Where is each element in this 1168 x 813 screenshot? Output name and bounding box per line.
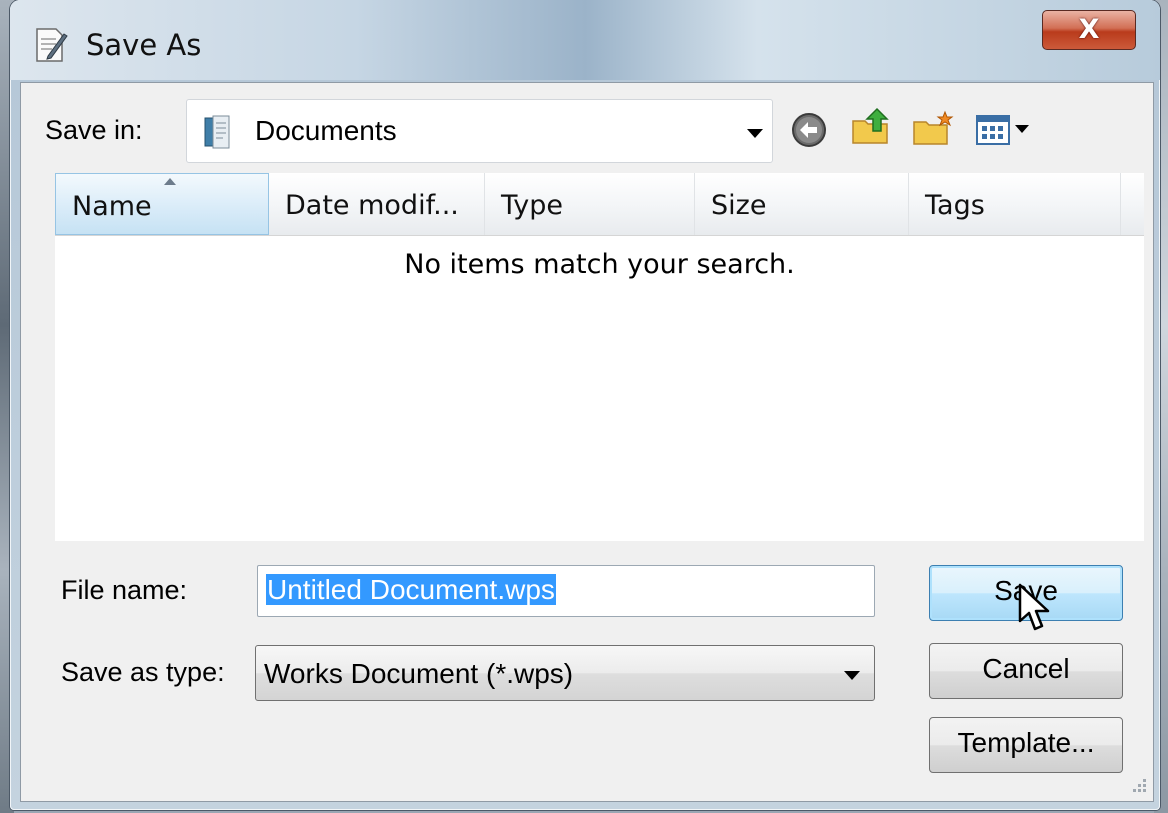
empty-list-message: No items match your search. <box>404 249 795 280</box>
file-list[interactable]: Name Date modif... Type Size Tags No ite… <box>55 173 1144 541</box>
dialog-body: Save in: Documents Name Date modif... Ty… <box>20 82 1154 802</box>
file-name-input[interactable]: Untitled Document.wps <box>257 565 875 617</box>
save-in-value: Documents <box>255 115 397 146</box>
views-menu-icon[interactable] <box>973 108 1041 152</box>
new-folder-icon[interactable] <box>911 108 955 152</box>
document-edit-icon <box>36 28 68 62</box>
save-as-dialog: Save As X Save in: Documents Name Date m… <box>10 0 1160 810</box>
chevron-down-icon <box>747 129 763 138</box>
template-button[interactable]: Template... <box>929 717 1123 773</box>
documents-library-icon <box>204 115 230 149</box>
close-button[interactable]: X <box>1042 10 1136 50</box>
save-in-label: Save in: <box>45 115 143 145</box>
window-title: Save As <box>86 28 202 62</box>
title-bar[interactable]: Save As X <box>10 0 1160 80</box>
sort-ascending-icon <box>164 178 176 185</box>
back-icon[interactable] <box>787 108 831 152</box>
file-name-label: File name: <box>61 575 188 605</box>
column-header-date-modified[interactable]: Date modif... <box>269 173 485 235</box>
chevron-down-icon <box>844 671 860 680</box>
file-list-header: Name Date modif... Type Size Tags <box>55 173 1144 236</box>
save-as-type-dropdown[interactable]: Works Document (*.wps) <box>255 645 875 701</box>
column-header-name[interactable]: Name <box>55 173 269 235</box>
save-as-type-label: Save as type: <box>61 657 225 687</box>
resize-grip-icon[interactable] <box>1129 775 1149 795</box>
column-header-type[interactable]: Type <box>485 173 695 235</box>
mouse-cursor-icon <box>1018 583 1050 631</box>
file-name-value: Untitled Document.wps <box>266 574 556 605</box>
save-as-type-value: Works Document (*.wps) <box>264 658 574 689</box>
up-folder-icon[interactable] <box>849 105 893 149</box>
column-header-tags[interactable]: Tags <box>909 173 1121 235</box>
cancel-button[interactable]: Cancel <box>929 643 1123 699</box>
save-in-dropdown[interactable]: Documents <box>186 99 773 163</box>
column-header-size[interactable]: Size <box>695 173 909 235</box>
